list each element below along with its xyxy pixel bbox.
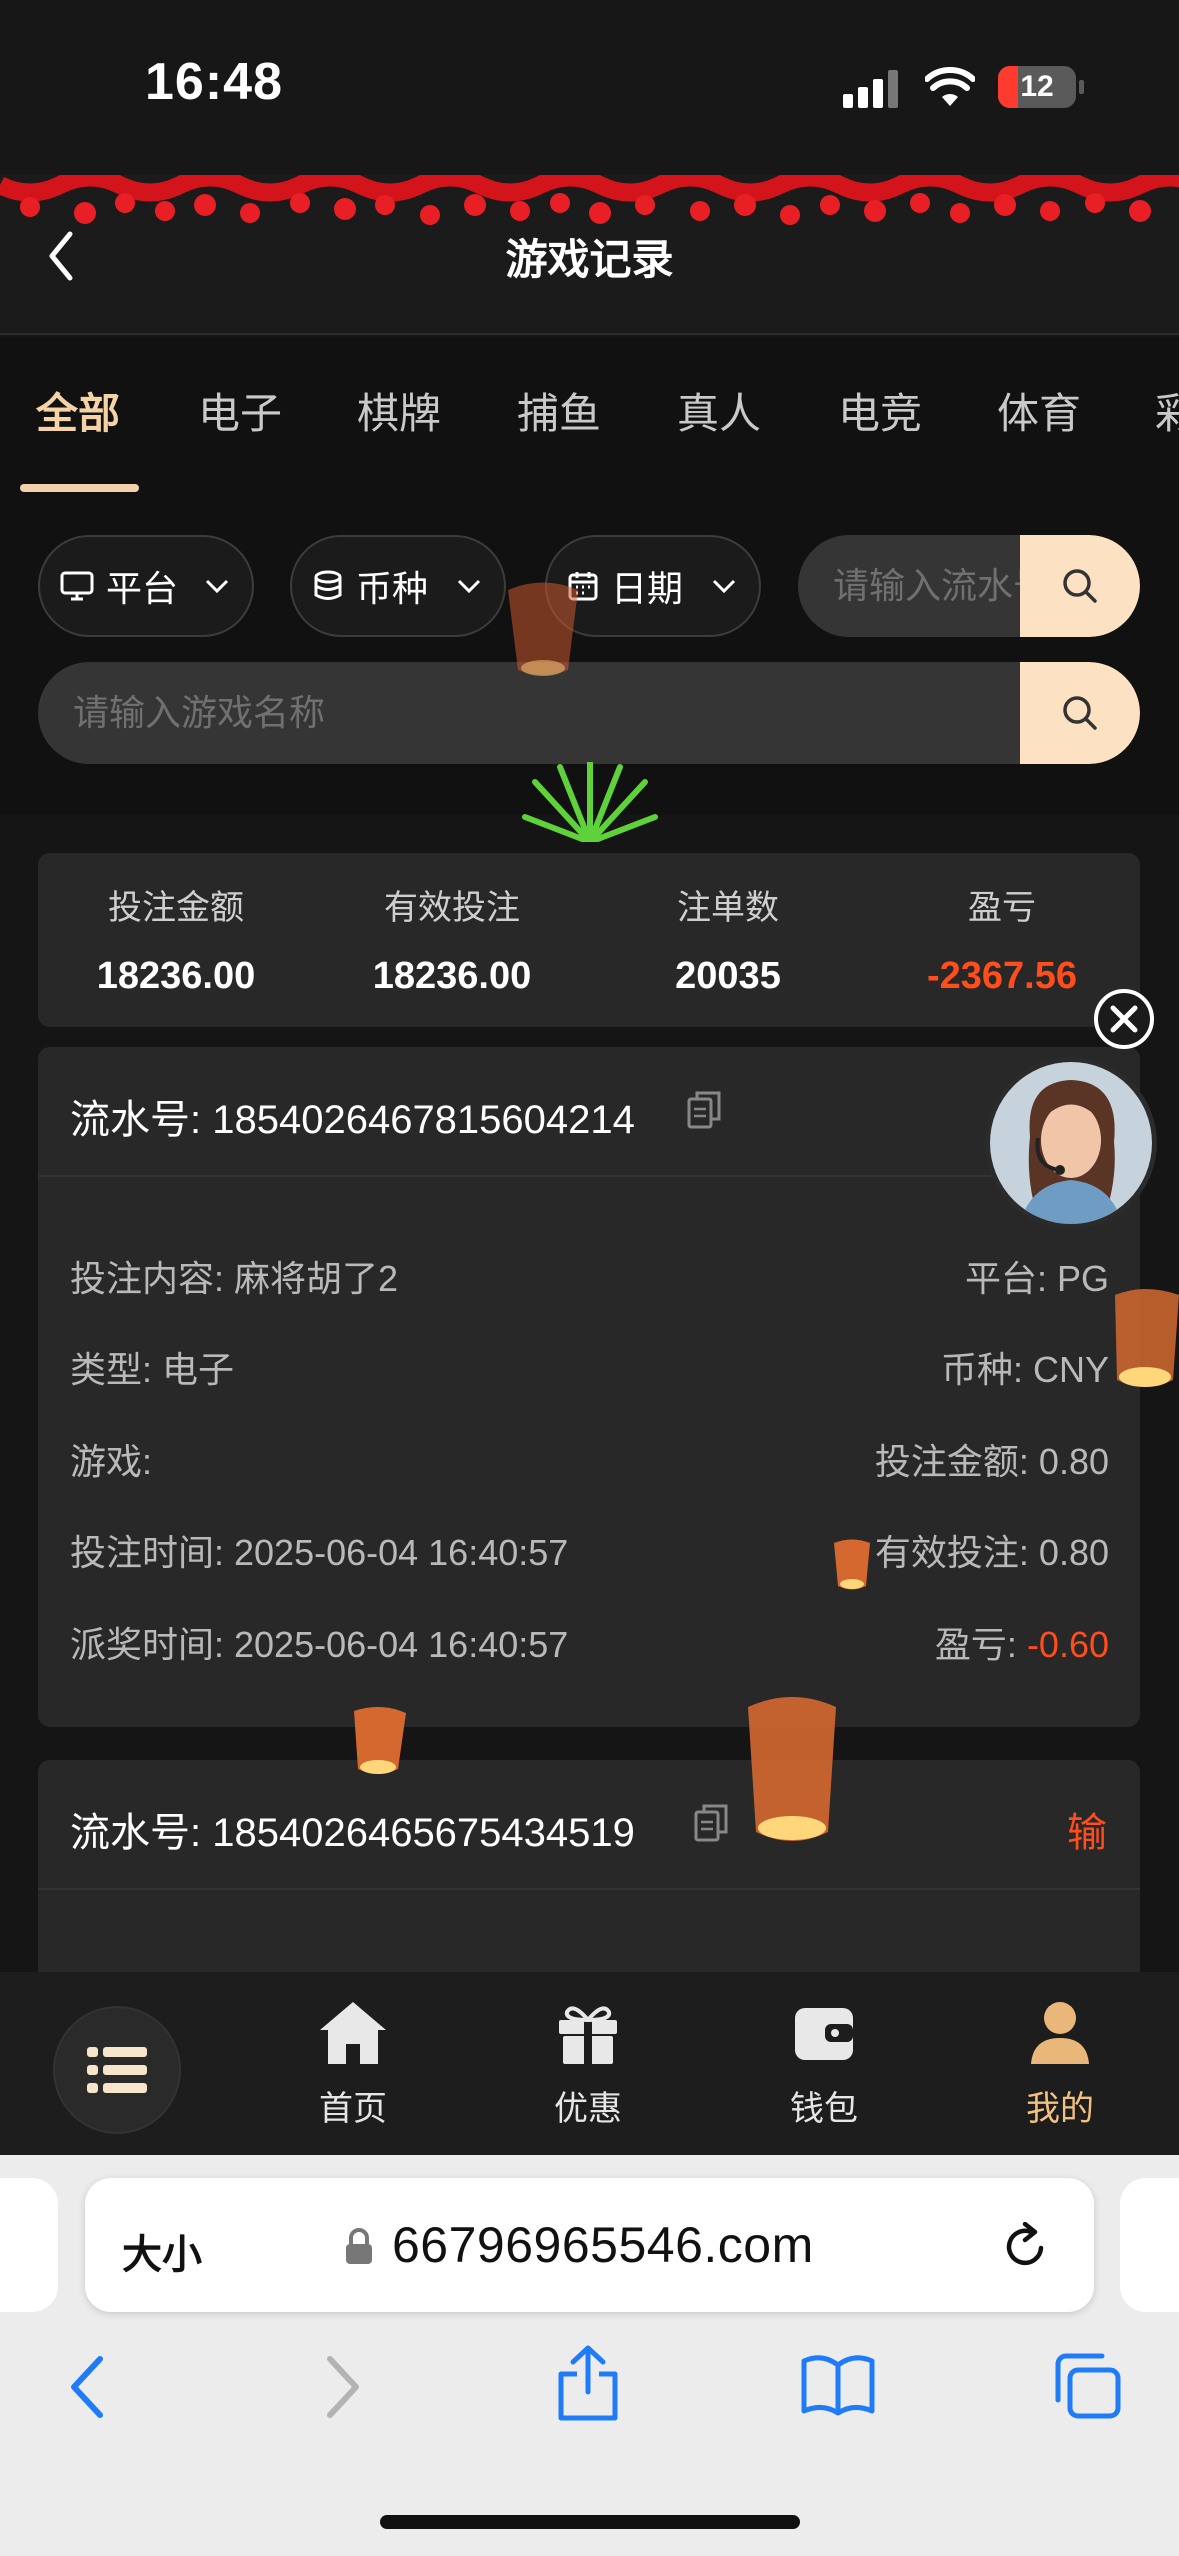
- browser-back-icon[interactable]: [68, 2355, 108, 2419]
- summary-order-count: 注单数 20035: [590, 880, 866, 998]
- chevron-down-icon: [712, 579, 736, 594]
- record-payout-time: 派奖时间: 2025-06-04 16:40:57: [70, 1624, 569, 1665]
- tab-chess-cards[interactable]: 棋牌: [357, 380, 441, 441]
- customer-service-avatar[interactable]: [985, 1057, 1157, 1229]
- nav-label: 优惠: [554, 2090, 622, 2128]
- sky-lantern-decoration: [748, 1697, 836, 1841]
- summary-label: 有效投注: [384, 889, 520, 927]
- url-text: 66796965546.com: [392, 2217, 814, 2273]
- sky-lantern-decoration: [354, 1706, 406, 1774]
- summary-valid-bet: 有效投注 18236.00: [314, 880, 590, 998]
- record-currency: 币种: CNY: [940, 1349, 1109, 1390]
- divider: [38, 1888, 1140, 1890]
- copy-icon[interactable]: [694, 1804, 728, 1842]
- tab-electronic[interactable]: 电子: [198, 380, 282, 441]
- summary-profit: 盈亏 -2367.56: [864, 880, 1140, 998]
- platform-filter-label: 平台: [106, 568, 179, 609]
- list-menu-icon: [87, 2047, 147, 2093]
- menu-button[interactable]: [55, 2008, 179, 2132]
- text-size-button[interactable]: 大小: [122, 2222, 202, 2280]
- nav-label: 首页: [319, 2090, 387, 2128]
- chevron-down-icon: [457, 579, 481, 594]
- wallet-icon: [795, 2008, 853, 2060]
- nav-home[interactable]: 首页: [283, 2000, 423, 2130]
- serial-search-input[interactable]: [798, 535, 1020, 637]
- record-game: 游戏:: [70, 1441, 153, 1482]
- tab-live[interactable]: 真人: [677, 380, 761, 441]
- summary-value: 20035: [675, 955, 781, 997]
- monitor-icon: [60, 571, 94, 601]
- summary-label: 投注金额: [108, 889, 244, 927]
- record-bet-amount: 投注金额: 0.80: [874, 1441, 1109, 1482]
- reload-icon[interactable]: [1003, 2222, 1049, 2270]
- active-tab-indicator: [20, 484, 139, 492]
- search-icon: [1063, 696, 1097, 730]
- user-icon: [1031, 2002, 1089, 2064]
- summary-value: 18236.00: [372, 955, 532, 997]
- game-search-button[interactable]: [1020, 662, 1140, 764]
- summary-bet-amount: 投注金额 18236.00: [38, 880, 314, 998]
- platform-filter[interactable]: 平台: [38, 535, 254, 637]
- record-serial: 流水号: 1854026465675434519: [70, 1811, 635, 1855]
- serial-search: [798, 535, 1140, 637]
- search-icon: [1063, 569, 1097, 603]
- battery-tip: [1079, 80, 1084, 94]
- record-profit-value: -0.60: [1026, 1624, 1109, 1665]
- tab-fishing[interactable]: 捕鱼: [517, 380, 601, 441]
- copy-icon[interactable]: [687, 1091, 721, 1129]
- summary-label: 盈亏: [968, 889, 1036, 927]
- tab-sports[interactable]: 体育: [997, 380, 1081, 441]
- status-time: 16:48: [145, 53, 283, 111]
- lock-icon: [346, 2228, 372, 2264]
- page-title: 游戏记录: [505, 236, 674, 283]
- home-indicator: [380, 2515, 800, 2529]
- record-profit-label: 盈亏:: [934, 1624, 1027, 1665]
- tab-esports[interactable]: 电竞: [838, 380, 922, 441]
- nav-label: 钱包: [790, 2090, 858, 2128]
- summary-value: 18236.00: [96, 955, 256, 997]
- cellular-signal-icon: [843, 70, 898, 108]
- record-serial: 流水号: 1854026467815604214: [70, 1098, 635, 1142]
- chevron-down-icon: [205, 579, 229, 594]
- browser-forward-icon[interactable]: [322, 2355, 362, 2419]
- sky-lantern-decoration: [508, 582, 578, 676]
- record-type: 类型: 电子: [70, 1349, 235, 1390]
- sky-lantern-decoration: [1115, 1289, 1179, 1387]
- support-agent-icon: [990, 1062, 1152, 1224]
- share-icon[interactable]: [555, 2344, 621, 2422]
- record-platform: 平台: PG: [964, 1258, 1109, 1299]
- next-tab-preview[interactable]: [1120, 2178, 1179, 2312]
- nav-profile[interactable]: 我的: [990, 2000, 1130, 2130]
- home-icon: [320, 2002, 386, 2064]
- nav-wallet[interactable]: 钱包: [754, 2000, 894, 2130]
- currency-filter-label: 币种: [356, 568, 429, 609]
- bookmarks-icon[interactable]: [800, 2355, 876, 2417]
- tabs-icon[interactable]: [1052, 2352, 1122, 2420]
- serial-search-button[interactable]: [1020, 535, 1140, 637]
- divider: [38, 1175, 1140, 1177]
- nav-promotions[interactable]: 优惠: [518, 2000, 658, 2130]
- summary-label: 注单数: [677, 889, 779, 927]
- sky-lantern-decoration: [834, 1539, 870, 1590]
- record-result-badge: 输: [1067, 1811, 1107, 1855]
- record-bet-time: 投注时间: 2025-06-04 16:40:57: [70, 1532, 569, 1573]
- previous-tab-preview[interactable]: [0, 2178, 58, 2312]
- close-icon[interactable]: [1092, 987, 1156, 1051]
- record-valid-bet: 有效投注: 0.80: [874, 1532, 1109, 1573]
- nav-label: 我的: [1026, 2090, 1094, 2128]
- currency-filter[interactable]: 币种: [290, 535, 506, 637]
- gift-icon: [559, 2006, 617, 2064]
- date-filter-label: 日期: [611, 568, 684, 609]
- battery-percent: 12: [1020, 70, 1054, 103]
- tab-all[interactable]: 全部: [36, 380, 120, 441]
- wifi-icon: [925, 67, 975, 106]
- database-coins-icon: [314, 570, 342, 600]
- record-profit: 盈亏: -0.60: [935, 1616, 1109, 1668]
- firework-decoration: [522, 762, 658, 842]
- record-content: 投注内容: 麻将胡了2: [70, 1258, 399, 1299]
- tab-lottery[interactable]: 彩: [1155, 380, 1179, 441]
